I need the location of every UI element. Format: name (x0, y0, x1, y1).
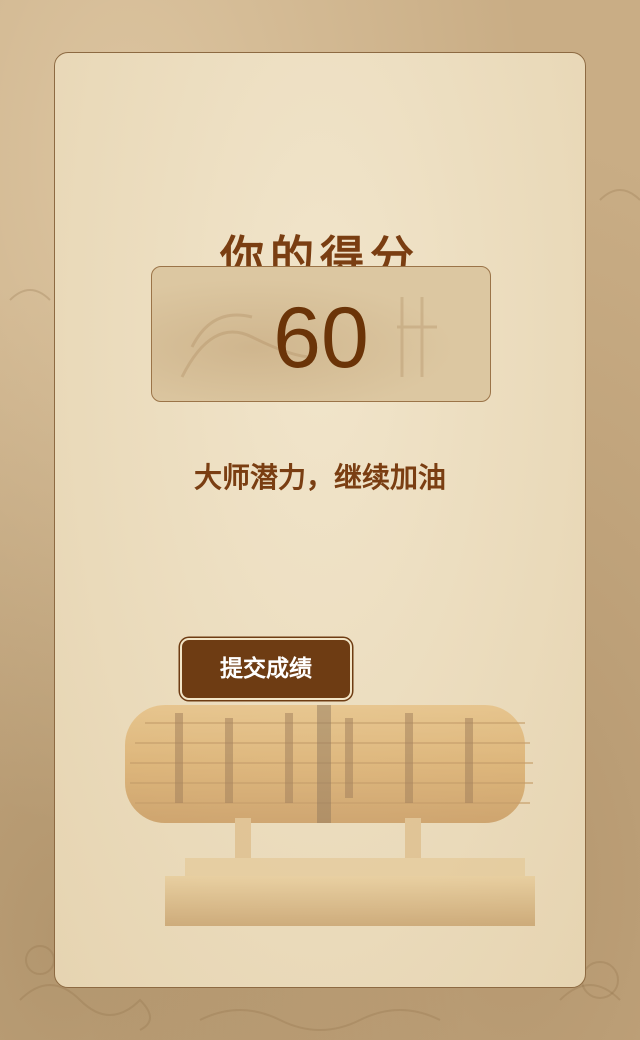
score-comment: 大师潜力，继续加油 (193, 461, 446, 494)
bamboo-scroll-illustration (125, 705, 535, 926)
result-card: 你的得分 60 大师潜力，继续加油 (54, 52, 586, 988)
score-display: 60 (151, 266, 491, 402)
score-value: 60 (273, 290, 369, 386)
submit-score-button[interactable]: 提交成绩 (180, 638, 352, 700)
